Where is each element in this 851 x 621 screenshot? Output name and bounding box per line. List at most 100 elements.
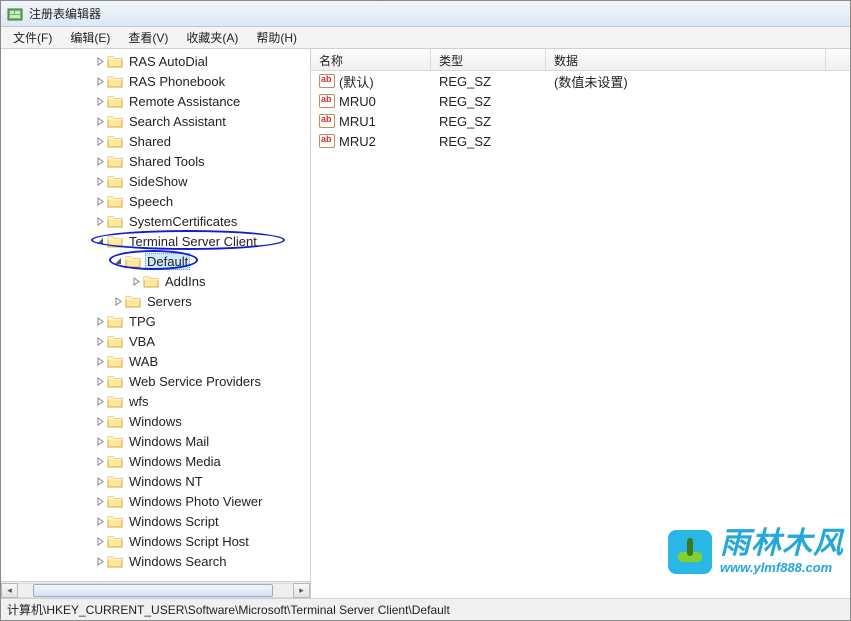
expand-icon[interactable]: [93, 534, 107, 548]
tree-item-label[interactable]: Windows Media: [127, 454, 223, 469]
tree-item[interactable]: Shared: [1, 131, 310, 151]
tree-item-label[interactable]: Windows Search: [127, 554, 229, 569]
tree-pane[interactable]: RAS AutoDial RAS Phonebook Remote Assistan…: [1, 49, 311, 598]
expand-icon[interactable]: [93, 454, 107, 468]
expand-icon[interactable]: [93, 54, 107, 68]
expand-icon[interactable]: [129, 274, 143, 288]
tree-item[interactable]: Windows Script: [1, 511, 310, 531]
expand-icon[interactable]: [93, 214, 107, 228]
expand-icon[interactable]: [93, 414, 107, 428]
tree-item-label[interactable]: Default: [145, 253, 190, 270]
tree-item-label[interactable]: TPG: [127, 314, 158, 329]
tree-item-label[interactable]: Windows: [127, 414, 184, 429]
value-name-cell[interactable]: MRU2: [311, 134, 431, 149]
tree-item[interactable]: WAB: [1, 351, 310, 371]
expand-icon[interactable]: [93, 494, 107, 508]
tree-item[interactable]: Windows Mail: [1, 431, 310, 451]
expand-icon[interactable]: [93, 134, 107, 148]
tree-item-label[interactable]: Shared Tools: [127, 154, 207, 169]
tree-item-label[interactable]: Windows NT: [127, 474, 205, 489]
tree-item-label[interactable]: RAS AutoDial: [127, 54, 210, 69]
expand-icon[interactable]: [93, 514, 107, 528]
list-row[interactable]: (默认)REG_SZ(数值未设置): [311, 71, 850, 91]
tree-item[interactable]: Windows Script Host: [1, 531, 310, 551]
tree-hscrollbar[interactable]: ◂ ▸: [1, 581, 310, 598]
tree-item-label[interactable]: Search Assistant: [127, 114, 228, 129]
tree-item[interactable]: RAS AutoDial: [1, 51, 310, 71]
expand-icon[interactable]: [93, 74, 107, 88]
collapse-icon[interactable]: [111, 254, 125, 268]
expand-icon[interactable]: [93, 154, 107, 168]
expand-icon[interactable]: [93, 314, 107, 328]
tree-item-label[interactable]: Terminal Server Client: [127, 234, 259, 249]
value-name-cell[interactable]: MRU0: [311, 94, 431, 109]
tree-item-label[interactable]: Web Service Providers: [127, 374, 263, 389]
tree-item[interactable]: Windows: [1, 411, 310, 431]
scroll-thumb[interactable]: [33, 584, 273, 597]
expand-icon[interactable]: [93, 194, 107, 208]
list-header[interactable]: 名称 类型 数据: [311, 49, 850, 71]
expand-icon[interactable]: [93, 174, 107, 188]
tree-item-label[interactable]: Remote Assistance: [127, 94, 242, 109]
expand-icon[interactable]: [93, 554, 107, 568]
expand-icon[interactable]: [93, 374, 107, 388]
tree-item[interactable]: Web Service Providers: [1, 371, 310, 391]
menu-view[interactable]: 查看(V): [120, 27, 176, 48]
expand-icon[interactable]: [93, 114, 107, 128]
tree-item-label[interactable]: VBA: [127, 334, 157, 349]
tree-item-label[interactable]: Windows Script Host: [127, 534, 251, 549]
tree-item[interactable]: Servers: [1, 291, 310, 311]
tree-item-label[interactable]: AddIns: [163, 274, 207, 289]
expand-icon[interactable]: [93, 474, 107, 488]
menu-help[interactable]: 帮助(H): [248, 27, 305, 48]
scroll-track[interactable]: [18, 583, 293, 598]
tree-item-label[interactable]: Shared: [127, 134, 173, 149]
tree-item[interactable]: Default: [1, 251, 310, 271]
col-name[interactable]: 名称: [311, 49, 431, 70]
tree-item[interactable]: Terminal Server Client: [1, 231, 310, 251]
tree-item[interactable]: Speech: [1, 191, 310, 211]
tree-item[interactable]: TPG: [1, 311, 310, 331]
expand-icon[interactable]: [93, 434, 107, 448]
tree-item[interactable]: Remote Assistance: [1, 91, 310, 111]
tree-item-label[interactable]: SideShow: [127, 174, 190, 189]
tree-item[interactable]: SideShow: [1, 171, 310, 191]
tree-item-label[interactable]: Speech: [127, 194, 175, 209]
tree-item-label[interactable]: wfs: [127, 394, 151, 409]
expand-icon[interactable]: [93, 334, 107, 348]
tree-item[interactable]: wfs: [1, 391, 310, 411]
menu-edit[interactable]: 编辑(E): [62, 27, 118, 48]
tree-item-label[interactable]: Windows Photo Viewer: [127, 494, 264, 509]
scroll-right-button[interactable]: ▸: [293, 583, 310, 598]
list-row[interactable]: MRU0REG_SZ: [311, 91, 850, 111]
tree-item[interactable]: Windows Photo Viewer: [1, 491, 310, 511]
tree-item[interactable]: Windows Media: [1, 451, 310, 471]
tree-item-label[interactable]: Windows Mail: [127, 434, 211, 449]
expand-icon[interactable]: [93, 354, 107, 368]
expand-icon[interactable]: [93, 394, 107, 408]
tree-item-label[interactable]: WAB: [127, 354, 160, 369]
tree-item[interactable]: RAS Phonebook: [1, 71, 310, 91]
tree-item[interactable]: Search Assistant: [1, 111, 310, 131]
expand-icon[interactable]: [93, 94, 107, 108]
col-type[interactable]: 类型: [431, 49, 546, 70]
tree-item[interactable]: AddIns: [1, 271, 310, 291]
menu-favorites[interactable]: 收藏夹(A): [178, 27, 246, 48]
tree-item[interactable]: Shared Tools: [1, 151, 310, 171]
menu-file[interactable]: 文件(F): [5, 27, 60, 48]
tree-item[interactable]: VBA: [1, 331, 310, 351]
tree-item-label[interactable]: Windows Script: [127, 514, 221, 529]
tree-item[interactable]: Windows Search: [1, 551, 310, 571]
scroll-left-button[interactable]: ◂: [1, 583, 18, 598]
collapse-icon[interactable]: [93, 234, 107, 248]
value-name-cell[interactable]: (默认): [311, 72, 431, 91]
value-name-cell[interactable]: MRU1: [311, 114, 431, 129]
list-row[interactable]: MRU2REG_SZ: [311, 131, 850, 151]
list-body[interactable]: (默认)REG_SZ(数值未设置)MRU0REG_SZMRU1REG_SZMRU…: [311, 71, 850, 598]
tree-item-label[interactable]: SystemCertificates: [127, 214, 239, 229]
expand-icon[interactable]: [111, 294, 125, 308]
list-row[interactable]: MRU1REG_SZ: [311, 111, 850, 131]
tree-item[interactable]: SystemCertificates: [1, 211, 310, 231]
tree-item-label[interactable]: RAS Phonebook: [127, 74, 227, 89]
col-data[interactable]: 数据: [546, 49, 826, 70]
